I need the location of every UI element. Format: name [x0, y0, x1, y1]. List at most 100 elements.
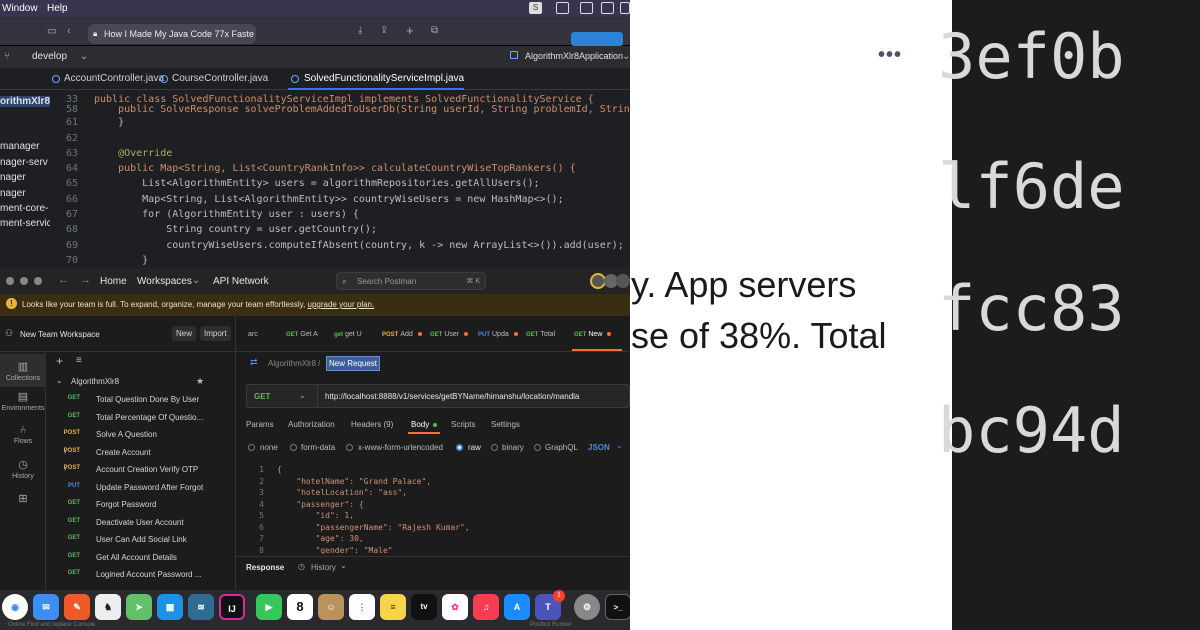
pen-icon[interactable]: ✎	[64, 594, 90, 620]
share-icon[interactable]: ⇪	[380, 25, 388, 36]
project-item[interactable]: ment-servic	[0, 218, 50, 229]
collection-item[interactable]: › POST Account Creation Verify OTP	[46, 464, 235, 480]
import-button[interactable]: Import	[200, 326, 231, 341]
minimize-window-icon[interactable]	[20, 277, 28, 285]
request-tab[interactable]: GET User	[430, 331, 469, 338]
more-options-icon[interactable]: •••	[878, 44, 902, 67]
method-selector[interactable]: GET	[254, 392, 270, 401]
back-icon[interactable]: ‹	[67, 25, 71, 37]
tab-course-controller[interactable]: CourseController.java	[172, 73, 268, 84]
rail-flows[interactable]: ⑃ Flows	[0, 424, 46, 445]
request-tab[interactable]: GET Total	[526, 331, 555, 338]
collection-item[interactable]: PUT Update Password After Forgot	[46, 482, 235, 498]
collection-item[interactable]: GET Forgot Password	[46, 499, 235, 515]
tab-solved-functionality[interactable]: SolvedFunctionalityServiceImpl.java	[304, 73, 464, 84]
nav-home[interactable]: Home	[100, 276, 127, 287]
mail-icon[interactable]: ✉	[33, 594, 59, 620]
appletv-icon[interactable]: tv	[411, 594, 437, 620]
rail-history[interactable]: ◷ History	[0, 458, 46, 480]
rail-collections[interactable]: ▥ Collections	[0, 354, 46, 387]
new-button[interactable]: New	[172, 326, 197, 341]
response-label[interactable]: Response	[246, 563, 284, 572]
collection-item[interactable]: GET Total Question Done By User	[46, 394, 235, 410]
url-input[interactable]: http://localhost:8888/v1/services/getBYN…	[325, 392, 579, 401]
notch-icon[interactable]	[620, 2, 630, 14]
notes-icon[interactable]: ≡	[380, 594, 406, 620]
format-selector[interactable]: JSON	[588, 443, 610, 452]
collection-item[interactable]: GET Get All Account Details	[46, 552, 235, 568]
tab-params[interactable]: Params	[246, 420, 274, 429]
close-window-icon[interactable]	[6, 277, 14, 285]
sidebar-icon[interactable]	[556, 2, 569, 14]
breadcrumb-parent[interactable]: AlgorithmXlr8	[268, 359, 316, 368]
menu-window[interactable]: Window	[2, 3, 38, 14]
menu-help[interactable]: Help	[47, 3, 68, 14]
rail-apps[interactable]: ⊞	[0, 492, 46, 507]
nav-api-network[interactable]: API Network	[213, 276, 269, 287]
run-config-selector[interactable]: AlgorithmXlr8Application	[525, 51, 623, 61]
collection-item[interactable]: GET User Can Add Social Link	[46, 534, 235, 550]
rail-environments[interactable]: ▤ Environments	[0, 390, 46, 412]
back-arrow-icon[interactable]: ←	[58, 274, 69, 286]
tab-headers[interactable]: Headers (9)	[351, 420, 393, 429]
collection-item[interactable]: GET Deactivate User Account	[46, 517, 235, 533]
new-tab-icon[interactable]: +	[406, 23, 414, 38]
intellij-icon[interactable]: IJ	[219, 594, 245, 620]
radio-none[interactable]	[248, 444, 255, 451]
branch-selector[interactable]: develop	[32, 51, 67, 62]
radio-binary[interactable]	[491, 444, 498, 451]
appstore-icon[interactable]: A	[504, 594, 530, 620]
terminal-icon[interactable]: >_	[605, 594, 631, 620]
request-tab[interactable]: arc	[246, 331, 258, 338]
download-icon[interactable]: ⤓	[358, 25, 362, 36]
tab-overview-icon[interactable]: ⧉	[431, 25, 438, 36]
tab-body[interactable]: Body	[411, 420, 429, 429]
maps-icon[interactable]: ➤	[126, 594, 152, 620]
project-item[interactable]: nager-serv	[0, 157, 48, 168]
collection-item[interactable]: GET Total Percentage Of Questio...	[46, 412, 235, 428]
request-tab[interactable]: POST Add	[382, 331, 422, 338]
settings-gear-icon[interactable]	[616, 274, 630, 288]
contacts-icon[interactable]: ☺	[318, 594, 344, 620]
request-tab[interactable]: GET Get A	[286, 331, 318, 338]
request-tab[interactable]: get get U	[334, 331, 362, 338]
collection-item[interactable]: GET Logined Account Password ...	[46, 569, 235, 585]
add-icon[interactable]: +	[56, 354, 63, 368]
request-tab[interactable]: PUT Upda	[478, 331, 518, 338]
mysql-icon[interactable]: ≋	[188, 594, 214, 620]
calendar-icon[interactable]: 8	[287, 594, 313, 620]
filter-icon[interactable]: ≡	[76, 355, 82, 366]
project-item[interactable]: manager	[0, 141, 39, 152]
tabs-icon[interactable]: ▭	[47, 26, 56, 37]
workspace-name[interactable]: New Team Workspace	[20, 330, 100, 339]
screen-icon[interactable]	[580, 2, 593, 14]
tab-settings[interactable]: Settings	[491, 420, 520, 429]
project-item[interactable]: nager	[0, 188, 26, 199]
s-icon[interactable]: S	[529, 2, 542, 14]
radio-raw[interactable]	[456, 444, 463, 451]
star-icon[interactable]: ★	[196, 376, 204, 387]
settings-icon[interactable]: ⚙	[574, 594, 600, 620]
photos-icon[interactable]: ✿	[442, 594, 468, 620]
radio-form-data[interactable]	[290, 444, 297, 451]
search-input[interactable]: ⌕ Search Postman ⌘ K	[336, 272, 486, 290]
radio-urlencoded[interactable]	[346, 444, 353, 451]
nav-workspaces[interactable]: Workspaces	[137, 276, 192, 287]
music-icon[interactable]: ♫	[473, 594, 499, 620]
history-dropdown[interactable]: History	[311, 563, 336, 572]
project-item[interactable]: nager	[0, 172, 26, 183]
project-root[interactable]: orithmXlr8	[0, 96, 50, 107]
collection-item[interactable]: › POST Create Account	[46, 447, 235, 463]
facetime-icon[interactable]: ▶	[256, 594, 282, 620]
docker-icon[interactable]: ▦	[157, 594, 183, 620]
request-tab[interactable]: GET New	[574, 331, 612, 338]
collection-item[interactable]: POST Solve A Question	[46, 429, 235, 445]
forward-arrow-icon[interactable]: →	[80, 274, 91, 286]
reminders-icon[interactable]: ⋮	[349, 594, 375, 620]
tab-scripts[interactable]: Scripts	[451, 420, 475, 429]
request-name-field[interactable]: New Request	[326, 356, 381, 371]
upgrade-link[interactable]: upgrade your plan.	[308, 300, 375, 309]
address-bar[interactable]: 🔒︎ How I Made My Java Code 77x Faste	[88, 24, 256, 44]
body-editor[interactable]: 1{2 "hotelName": "Grand Palace", 3 "hotel…	[236, 464, 630, 554]
tab-account-controller[interactable]: AccountController.java	[64, 73, 164, 84]
